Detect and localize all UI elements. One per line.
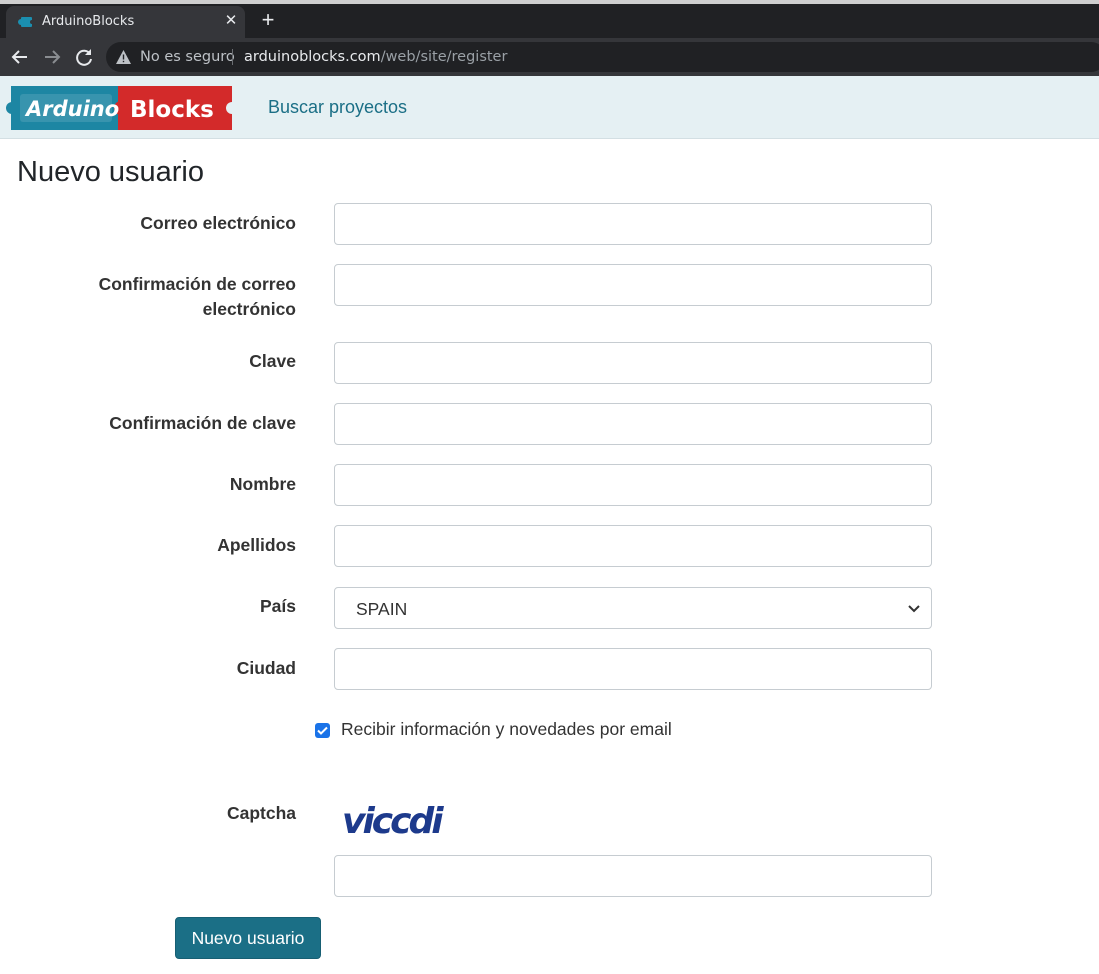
country-selected-value: SPAIN	[356, 599, 408, 619]
url-path: /web/site/register	[380, 49, 508, 65]
newsletter-checkbox[interactable]	[315, 723, 330, 738]
window-top-border	[0, 0, 1099, 4]
chevron-down-icon	[907, 602, 921, 616]
country-label: País	[260, 596, 296, 616]
name-label: Nombre	[229, 474, 296, 494]
captcha-text: viccdi	[342, 801, 444, 840]
captcha-image: viccdi	[340, 798, 447, 842]
email-confirm-label-line1: Confirmación de correo	[98, 274, 296, 294]
arduinoblocks-favicon-icon	[18, 15, 34, 29]
city-label: Ciudad	[236, 658, 296, 678]
plus-icon[interactable]: +	[257, 9, 279, 31]
name-field[interactable]	[334, 464, 932, 506]
url-text[interactable]: arduinoblocks.com/web/site/register	[244, 49, 507, 65]
surname-field[interactable]	[334, 525, 932, 567]
svg-text:Arduino: Arduino	[24, 97, 119, 121]
url-host: arduinoblocks.com	[244, 49, 381, 65]
security-status[interactable]: No es seguro	[140, 49, 235, 65]
address-bar[interactable]: No es seguro arduinoblocks.com/web/site/…	[106, 42, 1099, 72]
country-select[interactable]: SPAIN	[334, 587, 932, 629]
browser-chrome: ArduinoBlocks ✕ + No es seguro arduinobl…	[0, 0, 1099, 76]
browser-toolbar: No es seguro arduinoblocks.com/web/site/…	[0, 38, 1099, 76]
browser-tab[interactable]: ArduinoBlocks ✕	[6, 6, 245, 38]
captcha-label: Captcha	[226, 803, 296, 823]
reload-icon[interactable]	[72, 45, 96, 69]
submit-button[interactable]: Nuevo usuario	[175, 917, 321, 959]
email-field[interactable]	[334, 203, 932, 245]
tab-title: ArduinoBlocks	[42, 14, 135, 29]
captcha-field[interactable]	[334, 855, 932, 897]
checkmark-icon	[317, 726, 328, 735]
page-title: Nuevo usuario	[17, 156, 204, 188]
address-separator	[232, 49, 233, 65]
newsletter-label[interactable]: Recibir información y novedades por emai…	[341, 719, 672, 740]
password-confirm-label: Confirmación de clave	[109, 413, 296, 433]
arrow-left-icon[interactable]	[8, 45, 32, 69]
warning-triangle-icon[interactable]	[116, 50, 131, 64]
email-label: Correo electrónico	[140, 213, 296, 233]
password-label: Clave	[249, 351, 296, 371]
city-field[interactable]	[334, 648, 932, 690]
svg-text:Blocks: Blocks	[130, 97, 214, 123]
close-icon[interactable]: ✕	[222, 11, 240, 31]
password-confirm-field[interactable]	[334, 403, 932, 445]
arrow-right-icon[interactable]	[40, 45, 64, 69]
email-confirm-field[interactable]	[334, 264, 932, 306]
surname-label: Apellidos	[217, 535, 296, 555]
nav-link-buscar-proyectos[interactable]: Buscar proyectos	[268, 97, 407, 118]
email-confirm-label-line2: electrónico	[202, 299, 296, 319]
email-confirm-label: Confirmación de correo electrónico	[36, 272, 296, 322]
password-field[interactable]	[334, 342, 932, 384]
arduinoblocks-logo[interactable]: Arduino Blocks	[6, 86, 238, 130]
site-navbar: Arduino Blocks Buscar proyectos	[0, 76, 1099, 139]
